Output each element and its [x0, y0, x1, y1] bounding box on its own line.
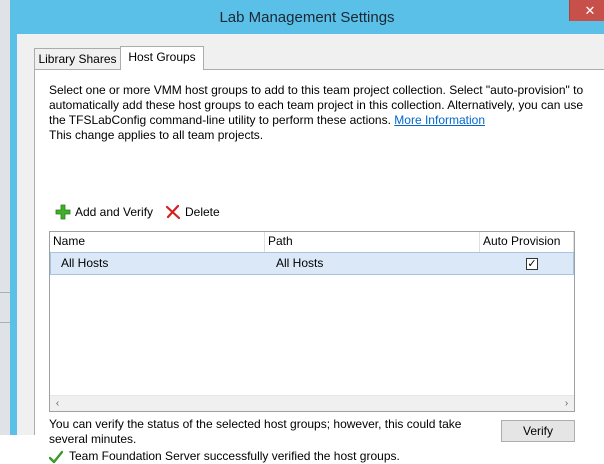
grid-header: Name Path Auto Provision — [50, 232, 574, 253]
tab-label: Library Shares — [38, 52, 117, 66]
checkmark-icon — [49, 450, 63, 464]
tab-host-groups[interactable]: Host Groups — [120, 46, 204, 70]
column-header-path[interactable]: Path — [265, 232, 480, 252]
close-icon: ✕ — [584, 3, 596, 18]
cell-name: All Hosts — [61, 256, 109, 270]
horizontal-scrollbar[interactable]: ‹ › — [50, 395, 574, 411]
chevron-right-icon: › — [564, 398, 569, 409]
status-text: Team Foundation Server successfully veri… — [69, 449, 400, 463]
scroll-right-button[interactable]: › — [559, 396, 574, 411]
description-text: Select one or more VMM host groups to ad… — [49, 83, 589, 143]
verify-note: You can verify the status of the selecte… — [49, 417, 462, 446]
dialog-body: Library Shares Host Groups Select one or… — [17, 34, 604, 464]
auto-provision-checkbox[interactable]: ✓ — [526, 258, 538, 270]
delete-label: Delete — [185, 205, 220, 219]
verify-label: Verify — [522, 424, 553, 438]
plus-icon — [55, 204, 71, 220]
table-row[interactable]: All Hosts All Hosts ✓ — [50, 252, 574, 275]
scroll-left-button[interactable]: ‹ — [50, 396, 65, 411]
delete-button[interactable]: Delete — [165, 202, 227, 222]
title-bar[interactable]: Lab Management Settings ✕ — [10, 0, 604, 34]
add-and-verify-button[interactable]: Add and Verify — [55, 202, 159, 222]
description-body: Select one or more VMM host groups to ad… — [49, 83, 584, 127]
host-groups-grid: Name Path Auto Provision All Hosts All H… — [49, 231, 575, 412]
column-header-name[interactable]: Name — [50, 232, 265, 252]
dialog-window: Lab Management Settings ✕ Library Shares… — [10, 0, 604, 464]
column-header-auto-provision[interactable]: Auto Provision — [480, 232, 574, 252]
more-information-link[interactable]: More Information — [394, 113, 485, 127]
window-title: Lab Management Settings — [219, 9, 395, 26]
cell-path: All Hosts — [276, 256, 324, 270]
chevron-left-icon: ‹ — [55, 398, 60, 409]
checkmark-glyph: ✓ — [527, 258, 537, 270]
close-button[interactable]: ✕ — [569, 0, 604, 21]
verify-button[interactable]: Verify — [501, 420, 575, 442]
description-line2: This change applies to all team projects… — [49, 128, 264, 142]
tab-label: Host Groups — [128, 50, 196, 64]
add-and-verify-label: Add and Verify — [75, 205, 154, 219]
red-x-icon — [165, 204, 181, 220]
host-groups-panel: Select one or more VMM host groups to ad… — [34, 69, 604, 464]
tab-library-shares[interactable]: Library Shares — [34, 48, 121, 69]
